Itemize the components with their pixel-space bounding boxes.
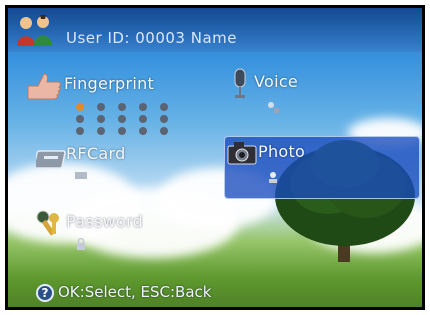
- device-screen-frame: User ID: 00003 Name Fingerprint Voice RF…: [5, 5, 425, 310]
- card-icon: [33, 148, 68, 170]
- voice-status-icon: [266, 99, 280, 113]
- fingerprint-slot-empty: [118, 115, 126, 123]
- fingerprint-slot-empty: [118, 127, 126, 135]
- photo-option[interactable]: Photo: [258, 142, 305, 161]
- help-icon: ?: [36, 284, 54, 302]
- fingerprint-slot-empty: [97, 127, 105, 135]
- fingerprint-slots: [76, 103, 176, 135]
- fingerprint-slot-empty: [118, 103, 126, 111]
- keys-icon: [34, 208, 64, 238]
- microphone-icon: [232, 68, 248, 100]
- rfcard-status-icon: [74, 167, 88, 181]
- thumb-up-icon: [24, 72, 64, 102]
- fingerprint-slot-empty: [160, 127, 168, 135]
- fingerprint-slot-empty: [139, 115, 147, 123]
- password-status-icon: [74, 236, 88, 250]
- fingerprint-slot-empty: [139, 103, 147, 111]
- fingerprint-option[interactable]: Fingerprint: [64, 74, 154, 93]
- users-icon: [14, 13, 58, 47]
- rfcard-option[interactable]: RFCard: [66, 144, 126, 163]
- user-id-title: User ID: 00003 Name: [66, 29, 237, 47]
- fingerprint-slot-empty: [160, 103, 168, 111]
- voice-option[interactable]: Voice: [254, 72, 298, 91]
- fingerprint-slot-empty: [76, 127, 84, 135]
- header-bar: User ID: 00003 Name: [8, 8, 422, 52]
- fingerprint-slot-empty: [160, 115, 168, 123]
- key-hint: OK:Select, ESC:Back: [58, 283, 212, 301]
- fingerprint-slot-empty: [76, 115, 84, 123]
- footer-bar: ? OK:Select, ESC:Back: [8, 278, 422, 306]
- camera-icon: [226, 138, 258, 166]
- fingerprint-slot-empty: [139, 127, 147, 135]
- fingerprint-slot-empty: [97, 103, 105, 111]
- fingerprint-slot-filled: [76, 103, 84, 111]
- enrollment-screen: User ID: 00003 Name Fingerprint Voice RF…: [8, 8, 422, 307]
- password-option[interactable]: Password: [66, 212, 143, 231]
- fingerprint-slot-empty: [97, 115, 105, 123]
- photo-status-icon: [266, 169, 280, 183]
